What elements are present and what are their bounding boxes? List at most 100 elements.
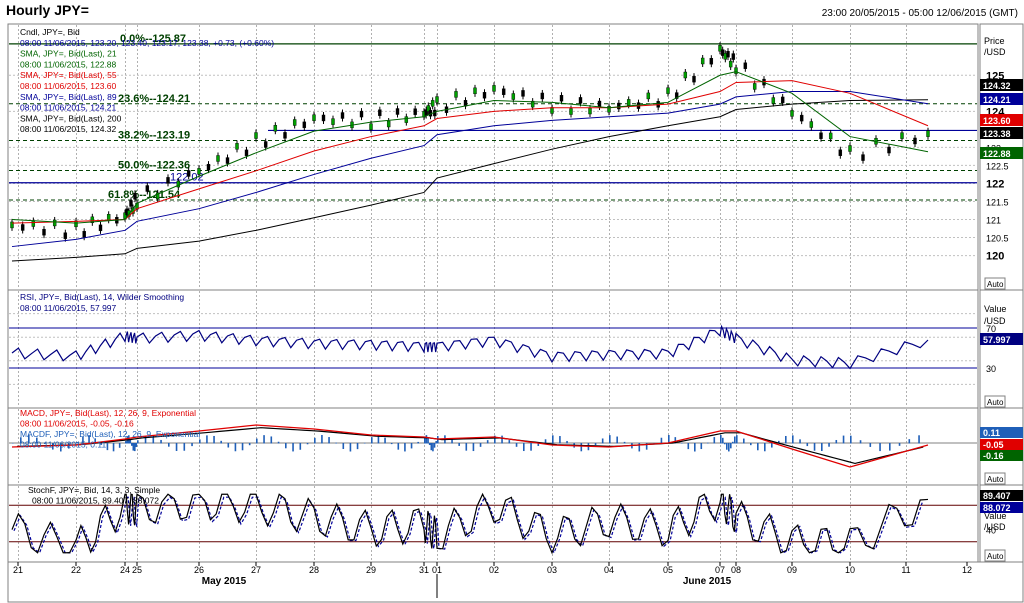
candle-body: [799, 114, 804, 122]
chart-canvas: 0.0%--125.8723.6%--124.2138.2%--123.1950…: [7, 23, 1024, 603]
candle-body: [386, 120, 391, 128]
time-axis-day-label: 25: [132, 565, 142, 575]
auto-scale-label: Auto: [987, 280, 1004, 289]
price-axis-tick-label: 121: [986, 216, 1001, 226]
macdf-histogram-bar: [771, 443, 773, 448]
price-legend-line: 08:00 11/06/2015, 123.60: [20, 81, 117, 91]
time-axis-day-label: 31: [419, 565, 429, 575]
macdf-histogram-bar: [750, 443, 752, 446]
macdf-histogram-bar: [835, 439, 838, 444]
macdf-histogram-bar: [523, 443, 525, 452]
macdf-histogram-bar: [277, 441, 280, 444]
price-legend-line: 08:00 11/06/2015, 124.32: [20, 124, 117, 134]
candle-body: [321, 114, 326, 122]
rsi-legend-line: RSI, JPY=, Bid(Last), 14, Wilder Smoothi…: [20, 292, 184, 302]
candle-body: [728, 60, 733, 68]
time-axis-day-label: 12: [962, 565, 972, 575]
macdf-histogram-bar: [501, 435, 503, 444]
price-legend-line: SMA, JPY=, Bid(Last), 200: [20, 113, 122, 123]
macdf-histogram-bar: [285, 443, 287, 449]
macdf-histogram-bar: [435, 441, 437, 444]
macdf-histogram-bar: [132, 443, 135, 451]
macdf-histogram-bar: [213, 435, 215, 444]
macdf-histogram-bar: [328, 437, 330, 444]
macdf-histogram-bar: [785, 435, 787, 444]
macdf-histogram-bar: [859, 440, 862, 444]
macdf-histogram-bar: [732, 441, 734, 444]
candle-body: [166, 177, 170, 184]
macdf-histogram-bar: [580, 443, 583, 452]
candle-body: [52, 219, 57, 227]
time-axis-day-label: 01: [432, 565, 442, 575]
macdf-histogram-bar: [850, 435, 852, 444]
time-axis-day-label: 27: [251, 565, 261, 575]
price-legend-line: Cndl, JPY=, Bid: [20, 27, 80, 37]
price-value-tag-text: 124.32: [983, 81, 1011, 91]
macdf-histogram-bar: [306, 443, 309, 445]
macdf-histogram-bar: [363, 442, 366, 444]
macdf-histogram-bar: [432, 443, 434, 452]
candle-body: [692, 75, 696, 83]
candle-body: [435, 96, 439, 103]
macdf-histogram-bar: [918, 435, 920, 444]
macdf-histogram-bar: [700, 443, 703, 450]
price-value-tag-text: 124.21: [983, 95, 1011, 105]
macdf-histogram-bar: [12, 443, 14, 444]
auto-scale-label: Auto: [987, 552, 1004, 561]
time-axis-day-label: 28: [309, 565, 319, 575]
panel-frame-macd: [7, 407, 979, 486]
candle-body: [206, 163, 211, 171]
macdf-histogram-bar: [428, 443, 431, 446]
candle-body: [861, 154, 865, 161]
macdf-histogram-bar: [131, 443, 133, 446]
candle-body: [569, 108, 573, 115]
macdf-histogram-bar: [227, 443, 230, 448]
candle-body: [790, 110, 794, 117]
macdf-histogram-bar: [799, 439, 801, 444]
candle-body: [235, 143, 239, 150]
chart-window: Hourly JPY= 23:00 20/05/2015 - 05:00 12/…: [0, 0, 1024, 603]
candle-body: [838, 149, 843, 156]
time-axis-day-label: 07: [715, 565, 725, 575]
price-axis-tick-label: 120: [986, 251, 1004, 263]
price-legend-line: SMA, JPY=, Bid(Last), 21: [20, 49, 117, 59]
macdf-histogram-bar: [256, 438, 258, 444]
fib-label: 61.8%--121.54: [108, 189, 181, 201]
macdf-histogram-bar: [623, 441, 626, 444]
candle-body: [511, 93, 516, 100]
time-axis-day-label: 03: [547, 565, 557, 575]
macdf-histogram-bar: [660, 437, 663, 444]
candle-body: [734, 67, 738, 74]
macdf-histogram-bar: [792, 435, 794, 444]
macdf-histogram-bar: [175, 443, 178, 451]
candle-body: [369, 123, 373, 130]
rsi-axis-unit: /USD: [984, 316, 1006, 326]
candle-body: [597, 100, 602, 108]
candle-body: [828, 132, 833, 140]
auto-scale-label: Auto: [987, 475, 1004, 484]
macdf-histogram-bar: [486, 440, 489, 444]
candle-body: [20, 224, 25, 231]
panel-frame-price: [7, 23, 979, 291]
price-value-tag-text: 122.88: [983, 149, 1011, 159]
macdf-histogram-bar: [220, 440, 222, 444]
time-axis-day-label: 05: [663, 565, 673, 575]
candle-body: [106, 214, 111, 221]
macdf-histogram-bar: [263, 435, 265, 444]
price-axis-tick-label: 122: [986, 178, 1004, 190]
candle-body: [492, 85, 496, 92]
candle-body: [809, 121, 814, 128]
price-legend-line: 08:00 11/06/2015, 124.21: [20, 103, 117, 113]
candle-body: [780, 96, 785, 104]
month-label: June 2015: [683, 576, 732, 587]
price-axis-title: Price: [984, 36, 1005, 46]
candle-body: [617, 102, 621, 110]
macdf-histogram-bar: [889, 443, 891, 451]
macdf-histogram-bar: [879, 443, 881, 452]
candle-body: [521, 90, 525, 97]
macdf-histogram-bar: [106, 443, 109, 451]
macdf-histogram-bar: [552, 435, 554, 444]
macdf-histogram-bar: [743, 438, 745, 444]
macdf-histogram-bar: [458, 443, 460, 446]
candle-body: [726, 50, 730, 58]
